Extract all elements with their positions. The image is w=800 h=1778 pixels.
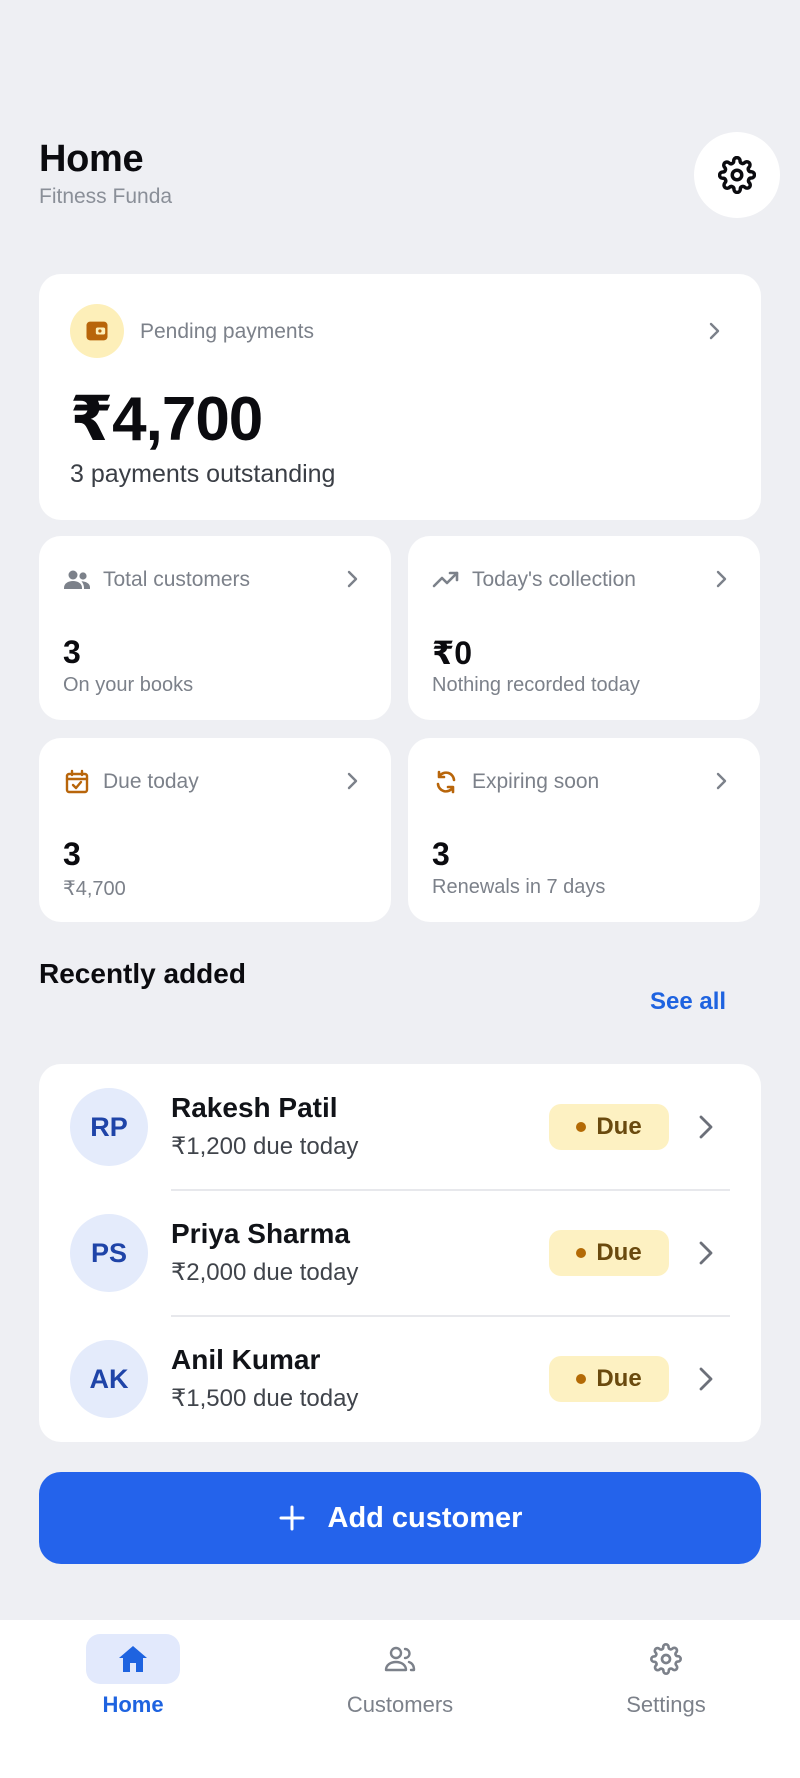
pending-payments-card[interactable]: Pending payments ₹4,700 3 payments outst… — [39, 274, 761, 520]
plus-icon — [279, 1505, 304, 1531]
add-customer-button[interactable]: Add customer — [39, 1472, 761, 1564]
chevron-right-icon — [709, 322, 720, 340]
due-today-card[interactable]: Due today 3 ₹4,700 — [39, 738, 391, 922]
customer-name: Rakesh Patil — [171, 1092, 338, 1123]
stat-value: 3 — [63, 634, 81, 670]
stat-value: 3 — [432, 836, 450, 872]
list-item[interactable]: PS Priya Sharma ₹2,000 due today Due — [39, 1190, 761, 1316]
customer-name: Priya Sharma — [171, 1218, 350, 1249]
people-icon — [63, 566, 91, 594]
business-name: Fitness Funda — [39, 185, 173, 208]
pending-count: 3 payments outstanding — [70, 460, 336, 488]
chevron-right-icon — [699, 1241, 713, 1265]
status-badge: Due — [549, 1230, 669, 1276]
chevron-right-icon — [347, 570, 358, 588]
bottom-nav: Home Customers Settings — [0, 1620, 800, 1778]
avatar: PS — [70, 1214, 148, 1292]
status-label: Due — [596, 1365, 642, 1392]
customer-name: Anil Kumar — [171, 1344, 321, 1375]
expiring-soon-card[interactable]: Expiring soon 3 Renewals in 7 days — [408, 738, 760, 922]
nav-label: Settings — [626, 1692, 706, 1717]
trending-up-icon — [432, 566, 460, 594]
avatar: RP — [70, 1088, 148, 1166]
nav-settings[interactable]: Settings — [576, 1634, 756, 1744]
pending-payments-label: Pending payments — [140, 320, 314, 343]
see-all-link[interactable]: See all — [650, 988, 726, 1016]
chevron-right-icon — [347, 772, 358, 790]
home-icon — [86, 1634, 180, 1684]
page-header: Home Fitness Funda — [39, 138, 172, 209]
status-badge: Due — [549, 1356, 669, 1402]
stat-label: Today's collection — [472, 568, 636, 591]
total-customers-card[interactable]: Total customers 3 On your books — [39, 536, 391, 720]
recently-added-heading: Recently added — [39, 958, 246, 989]
people-outline-icon — [353, 1634, 447, 1684]
status-dot — [576, 1248, 587, 1258]
nav-home[interactable]: Home — [43, 1634, 223, 1744]
customer-due: ₹2,000 due today — [171, 1259, 359, 1286]
list-item[interactable]: RP Rakesh Patil ₹1,200 due today Due — [39, 1064, 761, 1190]
chevron-right-icon — [699, 1115, 713, 1139]
nav-customers[interactable]: Customers — [310, 1634, 490, 1744]
add-customer-label: Add customer — [327, 1501, 523, 1534]
status-label: Due — [596, 1113, 642, 1140]
stat-caption: On your books — [63, 674, 194, 696]
status-label: Due — [596, 1239, 642, 1266]
stat-value: ₹0 — [432, 635, 473, 671]
pending-amount: ₹4,700 — [70, 385, 263, 454]
list-item[interactable]: AK Anil Kumar ₹1,500 due today Due — [39, 1316, 761, 1442]
customer-due: ₹1,500 due today — [171, 1385, 359, 1412]
refresh-icon — [432, 768, 460, 796]
wallet-icon — [70, 304, 124, 358]
stat-caption: ₹4,700 — [63, 878, 126, 900]
chevron-right-icon — [716, 570, 727, 588]
page-title: Home — [39, 138, 144, 180]
gear-icon — [718, 156, 756, 194]
gear-icon — [619, 1634, 713, 1684]
chevron-right-icon — [716, 772, 727, 790]
nav-label: Customers — [346, 1692, 454, 1717]
stat-label: Total customers — [103, 568, 251, 591]
status-dot — [576, 1122, 587, 1132]
todays-collection-card[interactable]: Today's collection ₹0 Nothing recorded t… — [408, 536, 760, 720]
settings-button[interactable] — [694, 132, 780, 218]
recent-customers-list: RP Rakesh Patil ₹1,200 due today Due PS … — [39, 1064, 761, 1442]
status-badge: Due — [549, 1104, 669, 1150]
avatar: AK — [70, 1340, 148, 1418]
stat-caption: Renewals in 7 days — [432, 876, 606, 898]
nav-label: Home — [102, 1692, 164, 1717]
customer-due: ₹1,200 due today — [171, 1133, 359, 1160]
stat-caption: Nothing recorded today — [432, 674, 640, 696]
calendar-check-icon — [63, 768, 91, 796]
stat-label: Expiring soon — [472, 770, 600, 793]
stat-value: 3 — [63, 836, 81, 872]
stat-label: Due today — [103, 770, 199, 793]
status-dot — [576, 1374, 587, 1384]
chevron-right-icon — [699, 1367, 713, 1391]
